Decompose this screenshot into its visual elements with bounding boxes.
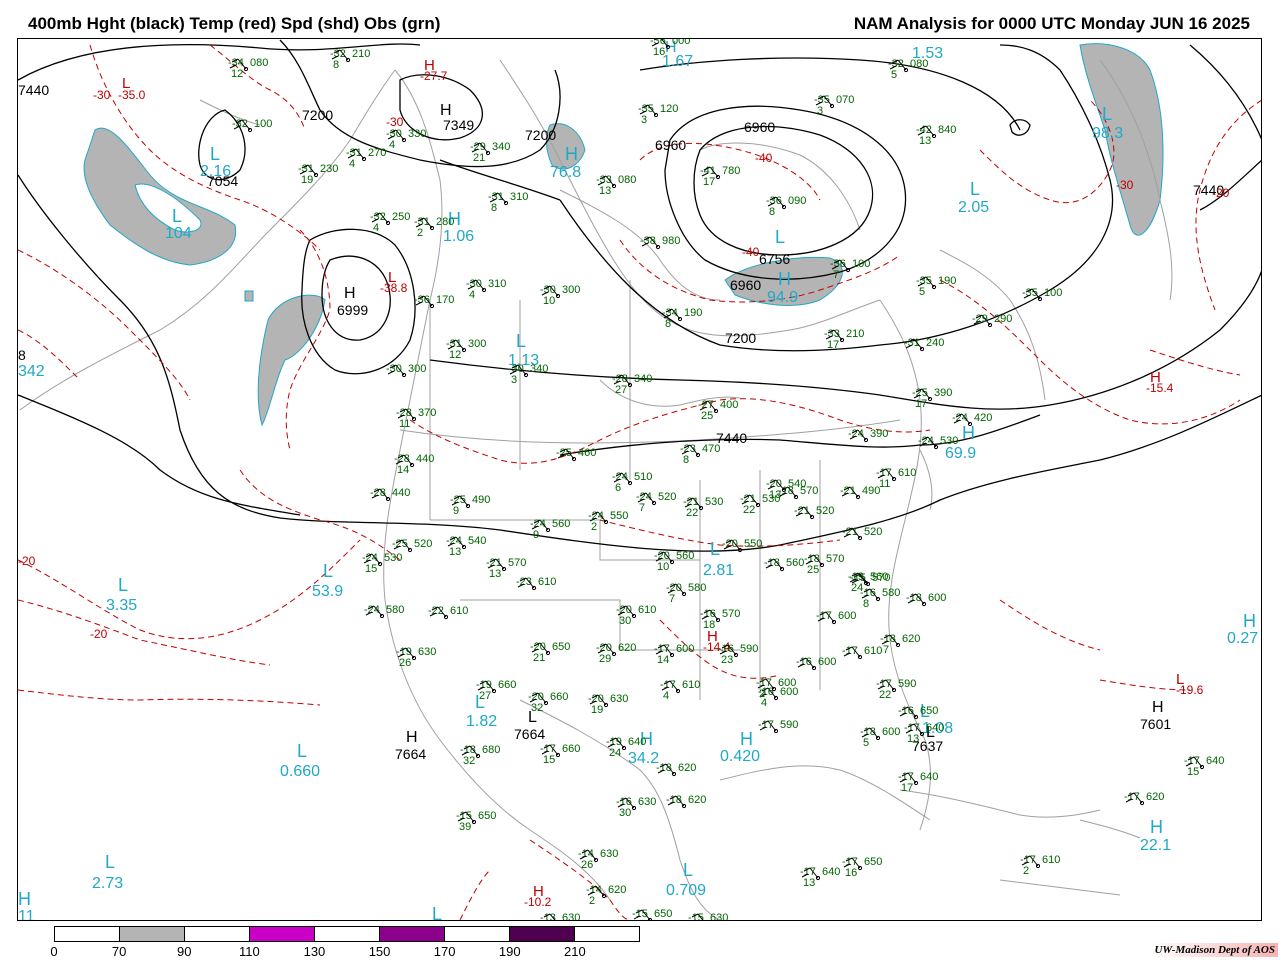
- credit: UW-Madison Dept of AOS: [1151, 943, 1278, 957]
- legend-cell: [185, 927, 250, 941]
- station-dot: [704, 922, 707, 925]
- legend-tick: 90: [176, 944, 192, 959]
- legend-ticks: 0 70 90 110 130 150 170 190 210: [50, 944, 654, 960]
- legend-tick: 210: [564, 944, 586, 959]
- legend-cell: [575, 927, 639, 941]
- legend-tick: 110: [238, 944, 260, 959]
- credit-org: UW-Madison: [1154, 944, 1216, 956]
- credit-dept: Dept of AOS: [1217, 944, 1275, 956]
- legend-tick: 170: [433, 944, 456, 959]
- legend-cell: [445, 927, 510, 941]
- legend-tick: 190: [498, 944, 521, 959]
- legend-tick: 0: [50, 944, 58, 959]
- map-frame: [17, 38, 1262, 921]
- legend-cell: [510, 927, 575, 941]
- legend-cell: [250, 927, 315, 941]
- legend-cell: [55, 927, 120, 941]
- wind-speed-legend: [54, 926, 640, 942]
- legend-tick: 70: [111, 944, 127, 959]
- legend-tick: 130: [303, 944, 326, 959]
- legend-tick: 150: [368, 944, 391, 959]
- legend-cell: [380, 927, 445, 941]
- legend-cell: [315, 927, 380, 941]
- legend-cell: [120, 927, 185, 941]
